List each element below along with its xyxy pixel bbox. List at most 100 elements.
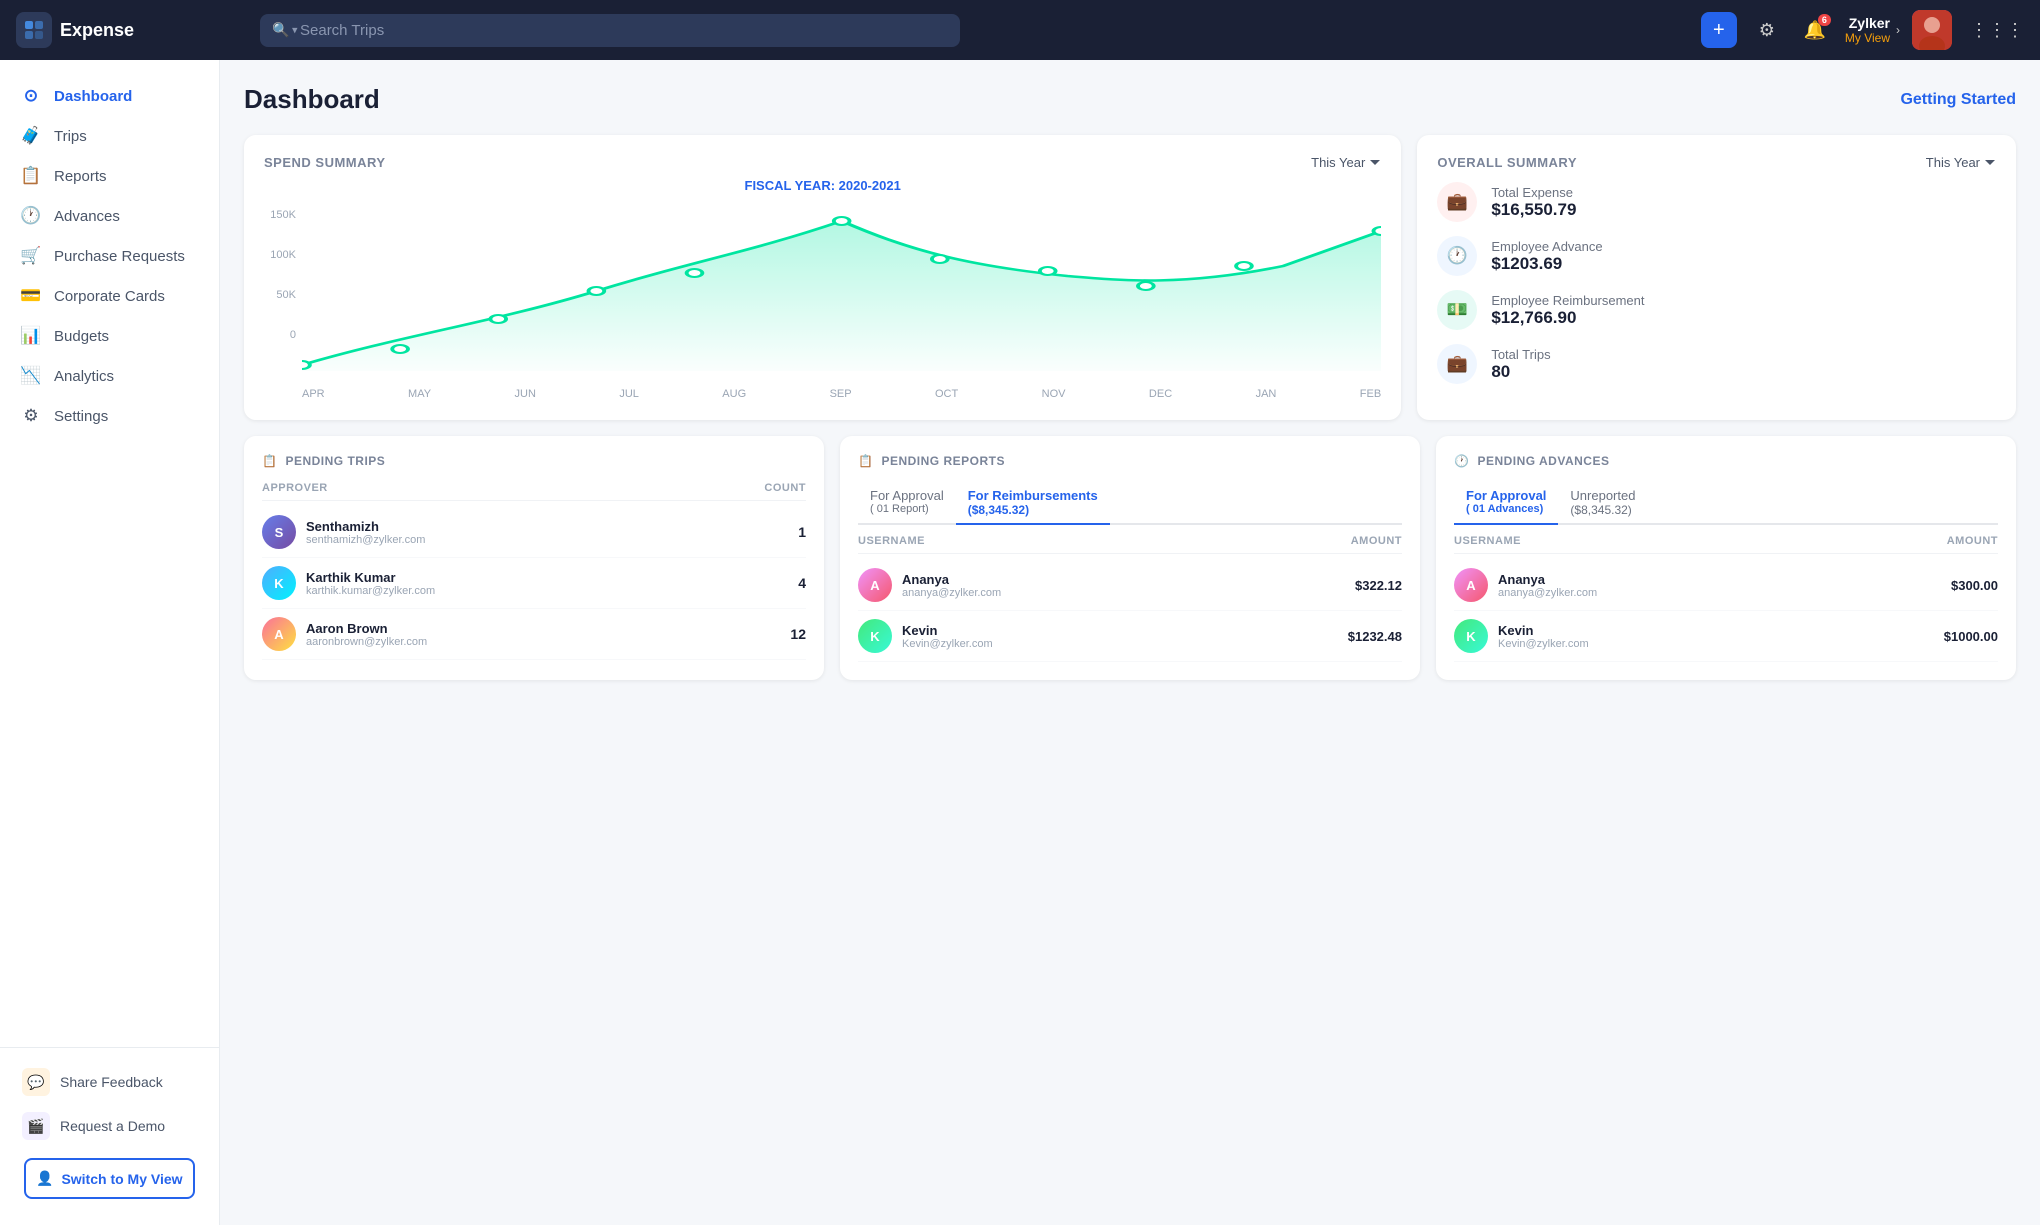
user-chevron-icon: › <box>1896 23 1900 37</box>
sidebar-label-cards: Corporate Cards <box>54 288 165 305</box>
row-info: Ananya ananya@zylker.com <box>902 572 1355 599</box>
pending-trips-col1: APPROVER <box>262 482 328 494</box>
employee-reimbursement-value: $12,766.90 <box>1491 308 1644 328</box>
pending-advances-card: 🕐 PENDING ADVANCES For Approval ( 01 Adv… <box>1436 436 2016 680</box>
spend-summary-header: SPEND SUMMARY This Year <box>264 155 1381 170</box>
overall-summary-title: OVERALL SUMMARY <box>1437 155 1577 170</box>
spend-summary-title: SPEND SUMMARY <box>264 155 386 170</box>
employee-advance-icon: 🕐 <box>1437 236 1477 276</box>
user-view: My View <box>1845 31 1890 45</box>
x-label-feb: FEB <box>1360 388 1381 400</box>
tab-for-reimbursements[interactable]: For Reimbursements ($8,345.32) <box>956 482 1110 525</box>
notifications-button[interactable]: 🔔 6 <box>1797 12 1833 48</box>
pending-trips-col2: COUNT <box>764 482 806 494</box>
table-row: K Kevin Kevin@zylker.com $1232.48 <box>858 611 1402 662</box>
row-name: Kevin <box>1498 623 1944 638</box>
row-amount: $1000.00 <box>1944 629 1998 644</box>
share-feedback-label: Share Feedback <box>60 1074 163 1090</box>
overall-summary-card: OVERALL SUMMARY This Year 💼 Total Expens… <box>1417 135 2016 420</box>
getting-started-link[interactable]: Getting Started <box>1900 91 2016 109</box>
spend-chart-svg <box>302 201 1381 381</box>
sidebar-item-trips[interactable]: 🧳 Trips <box>0 116 219 156</box>
avatar: A <box>858 568 892 602</box>
pending-reports-card: 📋 PENDING REPORTS For Approval ( 01 Repo… <box>840 436 1420 680</box>
employee-advance-value: $1203.69 <box>1491 254 1602 274</box>
sidebar: ⊙ Dashboard 🧳 Trips 📋 Reports 🕐 Advances… <box>0 60 220 1225</box>
table-row: K Kevin Kevin@zylker.com $1000.00 <box>1454 611 1998 662</box>
row-info: Aaron Brown aaronbrown@zylker.com <box>306 621 790 648</box>
x-label-jun: JUN <box>515 388 536 400</box>
search-input[interactable] <box>260 14 960 47</box>
sidebar-item-purchase-requests[interactable]: 🛒 Purchase Requests <box>0 236 219 276</box>
tab-for-approval[interactable]: For Approval ( 01 Report) <box>858 482 956 525</box>
pending-reports-col2: AMOUNT <box>1351 535 1402 547</box>
row-count: 12 <box>790 626 806 642</box>
pending-reports-label: PENDING REPORTS <box>881 454 1005 468</box>
tab-for-approval-sub: ( 01 Report) <box>870 503 944 515</box>
spend-filter-label: This Year <box>1311 155 1365 170</box>
brand-logo: Expense <box>16 12 236 48</box>
tab-advances-for-approval[interactable]: For Approval ( 01 Advances) <box>1454 482 1558 525</box>
tab-advances-unreported[interactable]: Unreported ($8,345.32) <box>1558 482 1647 525</box>
brand-name: Expense <box>60 20 134 41</box>
sidebar-item-reports[interactable]: 📋 Reports <box>0 156 219 196</box>
request-demo-icon: 🎬 <box>22 1112 50 1140</box>
pending-trips-card: 📋 PENDING TRIPS APPROVER COUNT S Sentham… <box>244 436 824 680</box>
pending-trips-label: PENDING TRIPS <box>285 454 385 468</box>
overall-filter-label: This Year <box>1926 155 1980 170</box>
sidebar-item-dashboard[interactable]: ⊙ Dashboard <box>0 76 219 116</box>
pending-advances-icon: 🕐 <box>1454 454 1469 468</box>
add-button[interactable]: + <box>1701 12 1737 48</box>
employee-advance-label: Employee Advance <box>1491 239 1602 254</box>
sidebar-item-budgets[interactable]: 📊 Budgets <box>0 316 219 356</box>
pending-reports-title: 📋 PENDING REPORTS <box>858 454 1402 468</box>
spend-filter-dropdown[interactable]: This Year <box>1311 155 1381 170</box>
share-feedback-button[interactable]: 💬 Share Feedback <box>12 1060 207 1104</box>
tab-advances-for-approval-sub: ( 01 Advances) <box>1466 503 1546 515</box>
pending-reports-tabs: For Approval ( 01 Report) For Reimbursem… <box>858 482 1402 525</box>
row-amount: $1232.48 <box>1348 629 1402 644</box>
row-info: Kevin Kevin@zylker.com <box>1498 623 1944 650</box>
settings-icon[interactable]: ⚙ <box>1749 12 1785 48</box>
user-nav[interactable]: Zylker My View › <box>1845 15 1900 45</box>
y-label-0: 0 <box>264 329 302 369</box>
overall-filter-dropdown[interactable]: This Year <box>1926 155 1996 170</box>
request-demo-button[interactable]: 🎬 Request a Demo <box>12 1104 207 1148</box>
sidebar-label-purchase: Purchase Requests <box>54 248 185 265</box>
row-info: Karthik Kumar karthik.kumar@zylker.com <box>306 570 798 597</box>
row-email: karthik.kumar@zylker.com <box>306 585 798 597</box>
pending-advances-col2: AMOUNT <box>1947 535 1998 547</box>
switch-icon: 👤 <box>36 1170 53 1187</box>
search-dropdown-icon[interactable]: ▾ <box>292 24 298 37</box>
sidebar-label-dashboard: Dashboard <box>54 88 132 105</box>
x-label-jan: JAN <box>1256 388 1277 400</box>
row-name: Senthamizh <box>306 519 798 534</box>
tab-reimbursements-label: For Reimbursements <box>968 488 1098 503</box>
request-demo-label: Request a Demo <box>60 1118 165 1134</box>
grid-icon[interactable]: ⋮⋮⋮ <box>1970 20 2024 41</box>
sidebar-item-analytics[interactable]: 📉 Analytics <box>0 356 219 396</box>
tab-unreported-label: Unreported <box>1570 488 1635 503</box>
total-expense-value: $16,550.79 <box>1491 200 1576 220</box>
x-label-apr: APR <box>302 388 325 400</box>
overall-summary-header: OVERALL SUMMARY This Year <box>1437 155 1996 170</box>
table-row: A Ananya ananya@zylker.com $300.00 <box>1454 560 1998 611</box>
spend-summary-card: SPEND SUMMARY This Year FISCAL YEAR: 202… <box>244 135 1401 420</box>
total-trips-icon: 💼 <box>1437 344 1477 384</box>
total-trips-value: 80 <box>1491 362 1550 382</box>
switch-to-my-view-button[interactable]: 👤 Switch to My View <box>24 1158 195 1199</box>
sidebar-item-advances[interactable]: 🕐 Advances <box>0 196 219 236</box>
user-name: Zylker <box>1849 15 1890 31</box>
budgets-icon: 📊 <box>20 326 42 346</box>
pending-trips-table-header: APPROVER COUNT <box>262 482 806 501</box>
table-row: A Ananya ananya@zylker.com $322.12 <box>858 560 1402 611</box>
total-expense-text: Total Expense $16,550.79 <box>1491 185 1576 220</box>
brand-icon <box>16 12 52 48</box>
sidebar-item-corporate-cards[interactable]: 💳 Corporate Cards <box>0 276 219 316</box>
avatar[interactable] <box>1912 10 1952 50</box>
bottom-cards-row: 📋 PENDING TRIPS APPROVER COUNT S Sentham… <box>244 436 2016 680</box>
avatar: K <box>858 619 892 653</box>
sidebar-item-settings[interactable]: ⚙ Settings <box>0 396 219 436</box>
row-amount: $300.00 <box>1951 578 1998 593</box>
y-label-100k: 100K <box>264 249 302 289</box>
